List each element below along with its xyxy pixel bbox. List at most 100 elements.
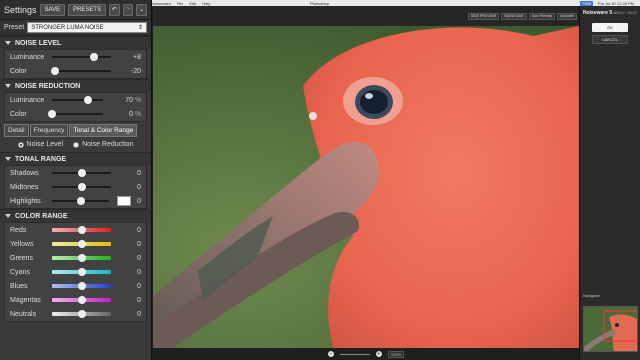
redo-button[interactable]: ↷ [122,3,134,16]
tab-tonal-color-range[interactable]: Tonal & Color Range [69,124,138,137]
app-window: Noiseware File Edit Help Photoshop 7999 … [0,0,640,360]
slider-knob[interactable] [77,310,86,318]
slider-row: Midtones 0 [5,180,146,194]
slider-row: Shadows 0 [5,166,146,180]
slider-value[interactable]: 0 [117,241,141,248]
about-help-link[interactable]: ABOUT / HELP [613,11,637,15]
color-slider-track[interactable] [52,268,111,276]
slider-track[interactable] [50,67,111,75]
clock[interactable]: Thu Jul 30 12:28 PM [597,1,634,6]
color-slider-track[interactable] [52,296,111,304]
navigator-thumbnail[interactable] [583,306,638,352]
accurate-toggle[interactable]: Accurate [557,12,577,20]
preset-dropdown[interactable]: STRONGER LUMA NOISE ⇕ [27,22,147,33]
slider-value[interactable]: 0 [117,297,141,304]
presets-button[interactable]: PRESETS [68,3,107,16]
slider-knob[interactable] [48,110,56,118]
menu-item-noiseware[interactable]: Noiseware [152,1,171,6]
slider-knob[interactable] [77,268,86,276]
slider-row: Color -20 [5,64,146,78]
slider-label: Highlights [10,197,41,205]
radio-label: Noise Reduction [82,141,134,148]
slider-knob[interactable] [76,197,85,205]
slider-label: Color [10,110,27,118]
slider-track[interactable] [52,96,103,104]
slider-row: Luminance 70 % [5,93,146,107]
slider-knob[interactable] [50,67,59,75]
color-slider-row: Neutrals 0 [5,307,146,321]
slider-knob[interactable] [77,226,86,234]
slider-knob[interactable] [77,254,86,262]
color-slider-track[interactable] [52,310,111,318]
tonal-range-header[interactable]: TONAL RANGE [0,152,151,165]
slider-value[interactable]: 0 [117,311,141,318]
slider-value[interactable]: 0 [117,255,141,262]
slider-knob[interactable] [83,96,92,104]
slider-knob[interactable] [90,53,99,61]
slider-value[interactable]: +8 [117,54,141,61]
cancel-button[interactable]: CANCEL [592,35,628,44]
menu-item-help[interactable]: Help [202,1,210,6]
panel-menu-button[interactable]: ⌄ [136,3,147,16]
ok-button[interactable]: OK [592,23,628,32]
highlight-swatch[interactable] [117,196,131,206]
radio-noise-reduction[interactable]: Noise Reduction [73,141,133,148]
navigator-label: Navigator [583,293,601,298]
photo-preview[interactable] [153,26,579,348]
color-range-header[interactable]: COLOR RANGE [0,209,151,222]
side-preview-button[interactable]: SIDE PREVIEW [467,12,500,20]
radio-noise-level[interactable]: Noise Level [17,141,64,148]
mode-radio-group: Noise Level Noise Reduction [0,137,151,152]
status-badge[interactable]: 7999 [580,0,594,6]
tab-detail[interactable]: Detail [4,124,29,137]
radio-label: Noise Level [26,141,64,148]
menu-item-edit[interactable]: Edit [189,1,196,6]
slider-value[interactable]: 0 [131,198,141,205]
slider-value[interactable]: 70 [109,97,133,104]
color-slider-track[interactable] [52,240,111,248]
zoom-bar: − + 100% [153,348,579,360]
noise-level-heading: NOISE LEVEL [15,39,62,47]
slider-value[interactable]: 0 [117,170,141,177]
slider-knob[interactable] [77,296,86,304]
slider-knob[interactable] [77,169,86,177]
radio-button-selected[interactable] [17,141,24,148]
slider-value[interactable]: -20 [117,68,141,75]
noise-map-button[interactable]: NOISE MAP [501,12,527,20]
tab-frequency[interactable]: Frequency [29,124,69,137]
slider-track[interactable] [52,197,109,205]
slider-value[interactable]: 0 [109,111,133,118]
slider-track[interactable] [52,169,111,177]
slider-track[interactable] [52,53,111,61]
color-slider-track[interactable] [52,254,111,262]
ibis-photo [153,26,579,348]
slider-knob[interactable] [77,183,86,191]
slider-value[interactable]: 0 [117,227,141,234]
slider-track[interactable] [48,110,103,118]
viewer-toolbar: SIDE PREVIEW NOISE MAP Dust Preview Accu… [153,6,579,26]
slider-row: Color 0 % [5,107,146,121]
noise-level-header[interactable]: NOISE LEVEL [0,36,151,49]
undo-button[interactable]: ↶ [109,3,120,16]
right-panel-header: Noiseware 5 ABOUT / HELP [580,6,640,20]
zoom-out-button[interactable]: − [327,351,334,357]
zoom-in-button[interactable]: + [375,351,382,357]
dust-preview-toggle[interactable]: Dust Preview [528,12,556,20]
noise-reduction-header[interactable]: NOISE REDUCTION [0,79,151,92]
image-viewer: SIDE PREVIEW NOISE MAP Dust Preview Accu… [153,6,579,360]
color-slider-row: Reds 0 [5,223,146,237]
zoom-slider[interactable] [339,353,370,355]
color-slider-track[interactable] [52,226,111,234]
slider-value[interactable]: 0 [117,283,141,290]
slider-knob[interactable] [77,240,86,248]
color-slider-row: Magentas 0 [5,293,146,307]
zoom-level[interactable]: 100% [387,350,405,358]
slider-value[interactable]: 0 [117,184,141,191]
radio-button[interactable] [73,141,80,148]
save-button[interactable]: SAVE [39,3,66,16]
color-slider-track[interactable] [52,282,111,290]
slider-knob[interactable] [77,282,86,290]
slider-value[interactable]: 0 [117,269,141,276]
menu-item-file[interactable]: File [177,1,183,6]
slider-track[interactable] [52,183,111,191]
